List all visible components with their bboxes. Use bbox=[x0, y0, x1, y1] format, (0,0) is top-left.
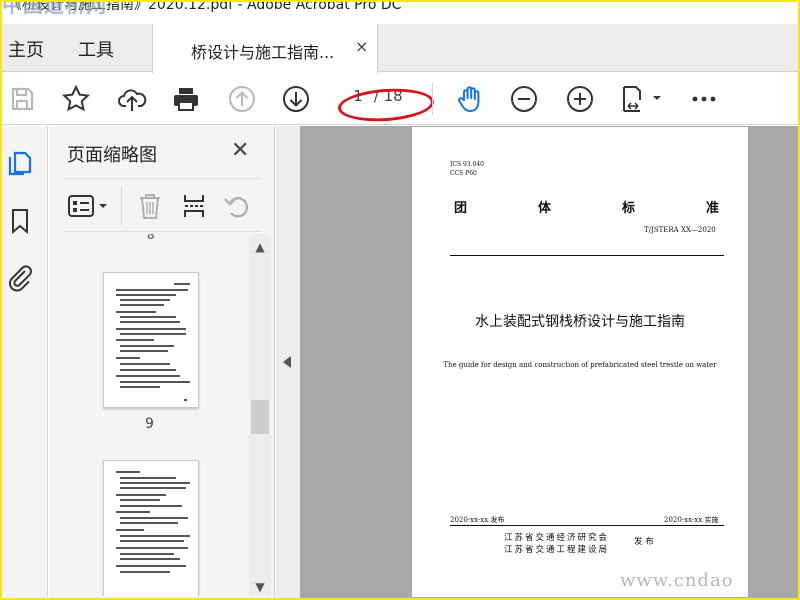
print-icon bbox=[174, 88, 198, 111]
bookmark-icon[interactable] bbox=[5, 206, 35, 236]
issuing-org-1: 江苏省交通经济研究会 bbox=[504, 533, 610, 543]
thumbnail-label-9: 9 bbox=[145, 416, 154, 432]
tab-document-label: 桥设计与施工指南... bbox=[191, 43, 335, 62]
more-tools-button[interactable] bbox=[688, 83, 720, 115]
ics-code: ICS 93.040 CCS P60 bbox=[450, 160, 484, 178]
scrollbar-thumb[interactable] bbox=[251, 400, 269, 434]
panel-toolbar-divider bbox=[121, 187, 122, 225]
scroll-down-icon[interactable]: ▼ bbox=[249, 578, 271, 596]
thumbnail-list: 8 9 bbox=[63, 234, 249, 596]
title-bar: 《桥设计与施工指南》2020.12.pdf - Adobe Acrobat Pr… bbox=[2, 2, 798, 22]
close-tab-button[interactable]: × bbox=[355, 37, 368, 56]
bookmark-star-button[interactable] bbox=[60, 83, 92, 115]
watermark-top: 中国道桥网 bbox=[2, 2, 107, 17]
left-navigation-pane bbox=[2, 126, 48, 598]
std-char-1: 团 bbox=[454, 201, 468, 216]
previous-page-button[interactable] bbox=[226, 83, 258, 115]
extract-pages-icon[interactable] bbox=[179, 191, 209, 221]
zoom-out-button[interactable] bbox=[508, 83, 540, 115]
zoom-in-icon bbox=[567, 86, 593, 112]
delete-icon[interactable] bbox=[135, 191, 165, 221]
zoom-in-button[interactable] bbox=[564, 83, 596, 115]
std-char-3: 标 bbox=[622, 201, 636, 216]
tab-bar: 主页 工具 桥设计与施工指南... × bbox=[2, 24, 798, 73]
tab-document[interactable]: 桥设计与施工指南... × bbox=[152, 24, 378, 73]
print-button[interactable] bbox=[170, 83, 202, 115]
issue-date: 2020-xx-xx 发布 bbox=[450, 516, 505, 524]
thumbnail-page-9[interactable] bbox=[103, 272, 199, 408]
std-char-2: 体 bbox=[538, 201, 552, 216]
star-icon bbox=[61, 84, 91, 112]
std-char-4: 准 bbox=[706, 201, 720, 216]
standard-number: T/JSTERA XX—2020 bbox=[644, 226, 716, 234]
tab-home[interactable]: 主页 bbox=[8, 36, 44, 62]
hand-tool-button[interactable] bbox=[454, 83, 486, 115]
page-thumbnails-icon[interactable] bbox=[5, 148, 35, 178]
chinese-title: 水上装配式钢栈桥设计与施工指南 bbox=[475, 314, 685, 330]
upload-button[interactable] bbox=[116, 83, 148, 115]
pdf-page: ICS 93.040 CCS P60 团 体 标 准 T/JSTERA XX—2… bbox=[412, 127, 748, 597]
panel-toolbar bbox=[63, 178, 261, 232]
watermark-bottom: www.cndao bbox=[620, 570, 734, 591]
arrow-down-circle-icon bbox=[283, 86, 309, 112]
save-icon bbox=[11, 87, 34, 111]
chevron-left-icon bbox=[283, 356, 291, 368]
thumbnail-options-icon[interactable] bbox=[67, 191, 111, 221]
thumbnail-page-10[interactable] bbox=[103, 460, 199, 596]
arrow-up-circle-icon bbox=[229, 86, 255, 112]
publish-label: 发 布 bbox=[634, 537, 654, 547]
toolbar-divider bbox=[432, 83, 433, 115]
footer-rule bbox=[450, 525, 724, 526]
thumbnail-scrollbar[interactable]: ▲ ▼ bbox=[249, 234, 271, 596]
collapse-pane-handle[interactable] bbox=[276, 126, 300, 598]
tab-tools[interactable]: 工具 bbox=[78, 36, 114, 62]
viewport-margin bbox=[750, 126, 798, 598]
save-button[interactable] bbox=[6, 83, 38, 115]
implementation-date: 2020-xx-xx 实施 bbox=[664, 516, 719, 524]
header-rule bbox=[450, 255, 724, 256]
attachment-icon[interactable] bbox=[5, 262, 35, 292]
hand-icon bbox=[458, 86, 480, 112]
scroll-up-icon[interactable]: ▲ bbox=[249, 238, 271, 256]
english-title: The guide for design and construction of… bbox=[443, 361, 717, 369]
upload-cloud-icon bbox=[118, 89, 147, 111]
thumbnails-panel: 页面缩略图 ✕ 8 9 ▲ ▼ bbox=[49, 126, 275, 598]
acrobat-window: 《桥设计与施工指南》2020.12.pdf - Adobe Acrobat Pr… bbox=[2, 2, 798, 598]
fit-page-icon bbox=[623, 86, 661, 112]
ccs-line-2: CCS P60 bbox=[450, 170, 477, 177]
zoom-out-icon bbox=[511, 86, 537, 112]
panel-title: 页面缩略图 bbox=[67, 145, 157, 166]
undo-icon[interactable] bbox=[221, 191, 251, 221]
more-icon bbox=[692, 96, 716, 102]
thumbnail-label-8: 8 bbox=[147, 234, 155, 242]
close-panel-button[interactable]: ✕ bbox=[231, 138, 249, 163]
issuing-org-2: 江苏省交通工程建设局 bbox=[504, 545, 610, 555]
next-page-button[interactable] bbox=[280, 83, 312, 115]
toolbar: 1 / 18 bbox=[2, 73, 798, 125]
ics-line-1: ICS 93.040 bbox=[450, 161, 484, 168]
page-fit-dropdown[interactable] bbox=[618, 83, 666, 115]
